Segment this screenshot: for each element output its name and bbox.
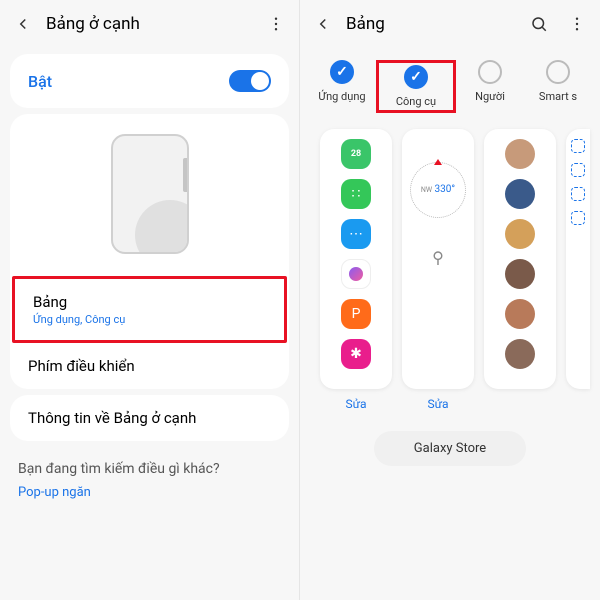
selector-label: Người [475,90,505,103]
panels-title: Bảng [33,293,266,311]
highlighted-item: Bảng Ứng dụng, Công cụ [12,276,287,343]
panels-row: 28 ∷ ⋯ P ✱ Sửa NW 330° ⚲ Sửa [300,121,600,411]
location-pin-icon: ⚲ [432,248,444,267]
more-icon[interactable] [265,13,287,35]
avatar [505,179,535,209]
toggle-switch[interactable] [229,70,271,92]
header: Bảng [300,0,600,48]
compass-dir: NW [421,186,432,194]
more-icon[interactable] [566,13,588,35]
panel-preview: NW 330° ⚲ [402,129,474,389]
panels-item[interactable]: Bảng Ứng dụng, Công cụ [15,279,284,340]
selector-smart[interactable]: Smart s [524,60,592,113]
compass-value: 330° [435,184,456,195]
smart-select-icon [571,187,585,201]
panel-apps[interactable]: 28 ∷ ⋯ P ✱ Sửa [320,129,392,411]
check-icon [404,65,428,89]
search-icon[interactable] [528,13,550,35]
panel-tools[interactable]: NW 330° ⚲ Sửa [402,129,474,411]
panels-subtitle: Ứng dụng, Công cụ [33,313,266,326]
phone-preview [10,114,289,276]
galaxy-store-button[interactable]: Galaxy Store [374,431,526,466]
selector-people[interactable]: Người [456,60,524,113]
smart-select-icon [571,211,585,225]
compass-circle: NW 330° [410,162,466,218]
master-toggle-row[interactable]: Bật [10,54,289,108]
toggle-label: Bật [28,72,52,91]
check-icon [478,60,502,84]
looking-for-section: Bạn đang tìm kiếm điều gì khác? Pop-up n… [0,447,299,514]
about-card: Thông tin về Bảng ở cạnh [10,395,289,441]
check-icon [546,60,570,84]
panel-smart-partial[interactable] [566,129,590,411]
preview-card: Bảng Ứng dụng, Công cụ Phím điều khiển [10,114,289,389]
app-icon: ✱ [341,339,371,369]
avatar [505,299,535,329]
panel-preview: 28 ∷ ⋯ P ✱ [320,129,392,389]
smart-select-icon [571,139,585,153]
selector-label: Công cụ [396,95,436,108]
handle-title: Phím điều khiển [28,357,271,375]
back-icon[interactable] [312,13,334,35]
back-icon[interactable] [12,13,34,35]
check-icon [330,60,354,84]
panel-selectors: Ứng dụng Công cụ Người Smart s [300,48,600,121]
app-icon: ∷ [341,179,371,209]
selector-tools[interactable]: Công cụ [376,60,456,113]
avatar [505,259,535,289]
panel-preview [566,129,590,389]
phone-illustration [111,134,189,254]
selector-label: Ứng dụng [318,90,365,103]
smart-select-icon [571,163,585,177]
screen-panels-chooser: Bảng Ứng dụng Công cụ Người Smart s 28 [300,0,600,600]
page-title: Bảng [346,14,528,34]
selector-apps[interactable]: Ứng dụng [308,60,376,113]
master-toggle-card: Bật [10,54,289,108]
avatar [505,219,535,249]
app-icon: ⋯ [341,219,371,249]
app-icon [341,259,371,289]
app-icon: 28 [341,139,371,169]
handle-item[interactable]: Phím điều khiển [10,343,289,389]
compass-widget: NW 330° ⚲ [408,139,468,289]
panel-people[interactable] [484,129,556,411]
header: Bảng ở cạnh [0,0,299,48]
looking-for-title: Bạn đang tìm kiếm điều gì khác? [18,461,281,477]
app-icon: P [341,299,371,329]
edit-link[interactable]: Sửa [345,397,366,411]
avatar [505,339,535,369]
page-title: Bảng ở cạnh [46,14,265,34]
selector-label: Smart s [539,90,577,103]
panel-preview [484,129,556,389]
screen-edge-panels-settings: Bảng ở cạnh Bật Bảng Ứng dụng, Công cụ P… [0,0,300,600]
edit-link[interactable]: Sửa [427,397,448,411]
avatar [505,139,535,169]
about-item[interactable]: Thông tin về Bảng ở cạnh [10,395,289,441]
popup-link[interactable]: Pop-up ngăn [18,485,281,500]
about-title: Thông tin về Bảng ở cạnh [28,409,271,427]
